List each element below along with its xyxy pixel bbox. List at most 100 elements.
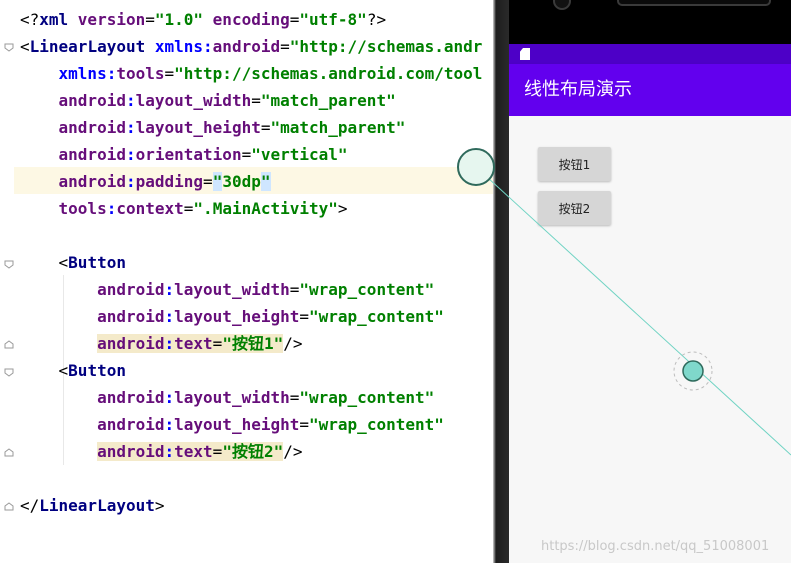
code-token: "wrap_content" <box>309 307 444 326</box>
code-line[interactable]: tools:context=".MainActivity"> <box>20 195 348 222</box>
code-token: text <box>174 334 213 353</box>
code-token: "1.0" <box>154 10 213 29</box>
code-token: "http://schemas.android.com/tool <box>174 64 483 83</box>
app-title: 线性布局演示 <box>524 79 632 100</box>
code-token: = <box>212 442 223 461</box>
code-token: android <box>58 172 126 191</box>
code-token: android <box>58 145 126 164</box>
code-token: : <box>164 442 175 461</box>
app-action-bar: 线性布局演示 <box>509 64 791 116</box>
button-1[interactable]: 按钮1 <box>538 147 611 181</box>
code-token: context <box>116 199 184 218</box>
code-token: "vertical" <box>251 145 348 164</box>
code-token: : <box>125 145 136 164</box>
code-line[interactable]: </LinearLayout> <box>20 492 165 519</box>
code-line[interactable]: android:layout_height="wrap_content" <box>20 411 444 438</box>
code-token: ".MainActivity" <box>193 199 338 218</box>
code-token: "match_parent" <box>260 91 396 110</box>
linear-layout-content: 按钮1 按钮2 <box>509 116 791 563</box>
code-token: Button <box>68 253 126 272</box>
code-line[interactable]: android:layout_width="wrap_content" <box>20 276 434 303</box>
code-token: = <box>289 280 300 299</box>
code-token: <? <box>20 10 40 29</box>
code-editor[interactable]: <?xml version="1.0" encoding="utf-8"?> <L… <box>0 0 493 563</box>
code-token: "utf-8" <box>299 10 367 29</box>
code-token: = <box>251 91 261 110</box>
fold-open-icon[interactable] <box>4 259 14 269</box>
code-token: = <box>164 64 175 83</box>
code-token: /> <box>283 442 303 461</box>
fold-close-icon[interactable] <box>4 340 14 350</box>
code-token: > <box>337 199 348 218</box>
code-token: = <box>280 37 290 56</box>
device-bezel <box>509 0 791 44</box>
code-token: < <box>20 37 30 56</box>
code-token: "match_parent" <box>270 118 406 137</box>
code-token: xml <box>39 10 78 29</box>
code-line[interactable]: <Button <box>20 357 126 384</box>
fold-open-icon[interactable] <box>4 42 14 52</box>
fold-open-icon[interactable] <box>4 367 14 377</box>
code-line[interactable]: <Button <box>20 249 126 276</box>
code-token: text <box>174 442 213 461</box>
code-token: = <box>289 10 300 29</box>
code-token: "http://schemas.andr <box>289 37 483 56</box>
code-line[interactable]: <?xml version="1.0" encoding="utf-8"?> <box>20 6 386 33</box>
code-token: : <box>125 118 136 137</box>
code-token: ?> <box>366 10 387 29</box>
code-line[interactable]: <LinearLayout xmlns:android="http://sche… <box>20 33 482 60</box>
code-token: layout_height <box>174 307 300 326</box>
code-token: android <box>97 442 165 461</box>
code-line[interactable]: android:layout_width="match_parent" <box>20 87 396 114</box>
code-token: xmlns: <box>154 37 213 56</box>
code-token: </ <box>20 496 40 515</box>
code-token: layout_width <box>135 91 252 110</box>
code-token: = <box>299 415 310 434</box>
code-token: xmlns: <box>58 64 117 83</box>
code-token: : <box>106 199 117 218</box>
code-token: : <box>125 172 136 191</box>
code-token: " <box>212 172 223 191</box>
code-token: tools <box>116 64 165 83</box>
pane-divider[interactable] <box>493 0 509 563</box>
code-line[interactable]: android:layout_height="match_parent" <box>20 114 406 141</box>
camera-icon <box>553 0 571 10</box>
code-token: android <box>97 280 165 299</box>
code-token: = <box>183 199 194 218</box>
code-token: android <box>58 118 126 137</box>
code-token: < <box>20 253 69 272</box>
code-line[interactable]: android:layout_height="wrap_content" <box>20 303 444 330</box>
code-line[interactable]: android:text="按钮2"/> <box>20 438 302 465</box>
fold-close-icon[interactable] <box>4 448 14 458</box>
code-token: "wrap_content" <box>299 280 435 299</box>
editor-gutter <box>0 0 14 563</box>
code-token: = <box>289 388 300 407</box>
code-line[interactable]: android:layout_width="wrap_content" <box>20 384 434 411</box>
watermark: https://blog.csdn.net/qq_51008001 <box>541 539 770 554</box>
fold-close-icon[interactable] <box>4 502 14 512</box>
code-line[interactable]: android:orientation="vertical" <box>20 141 348 168</box>
code-token: "按钮1" <box>222 334 284 353</box>
device-preview: 线性布局演示 按钮1 按钮2 https://blog.csdn.net/qq_… <box>509 0 791 563</box>
code-token: : <box>164 280 175 299</box>
code-token: : <box>164 388 175 407</box>
code-line[interactable]: xmlns:tools="http://schemas.android.com/… <box>20 60 483 87</box>
code-line[interactable]: android:text="按钮1"/> <box>20 330 302 357</box>
code-token: layout_height <box>135 118 261 137</box>
code-token: "wrap_content" <box>299 388 435 407</box>
code-token: LinearLayout <box>29 37 155 56</box>
code-token: android <box>97 307 165 326</box>
code-token: encoding <box>212 10 290 29</box>
button-2[interactable]: 按钮2 <box>538 191 611 225</box>
code-line[interactable]: android:padding="30dp" <box>20 168 271 195</box>
code-token: android <box>212 37 281 56</box>
